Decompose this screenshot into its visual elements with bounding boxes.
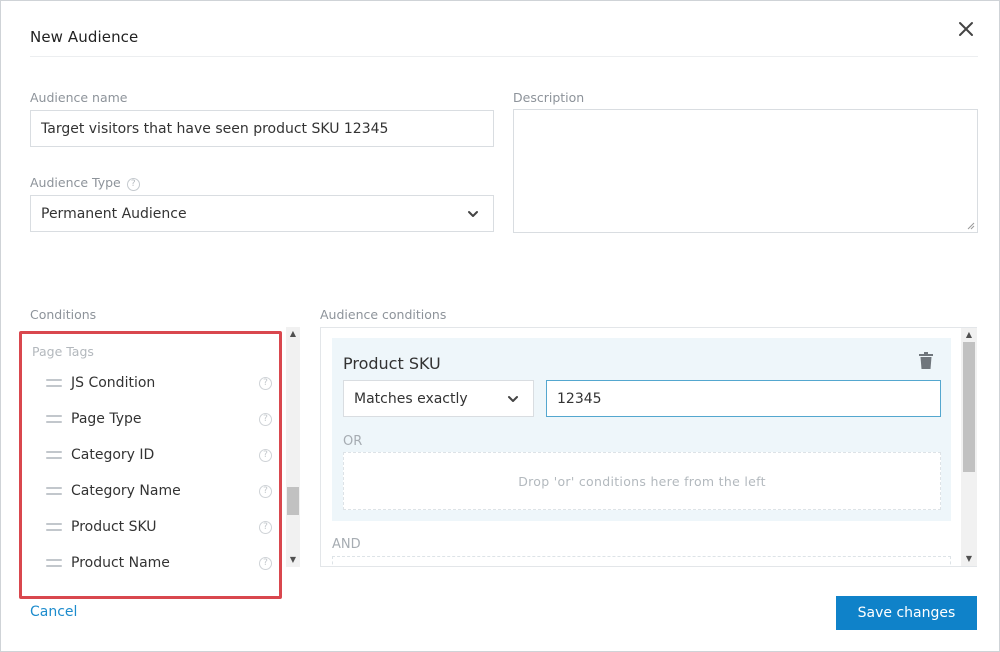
condition-item-label: Category Name [71,483,181,499]
cancel-link[interactable]: Cancel [30,604,77,620]
audience-type-label: Audience Type? [30,175,140,191]
condition-item-category-name[interactable]: Category Name ? [46,480,272,502]
conditions-label: Conditions [30,307,97,322]
operator-value: Matches exactly [354,390,468,407]
and-label: AND [332,537,361,552]
drag-handle-icon[interactable] [46,523,62,531]
conditions-scrollbar[interactable]: ▲ ▼ [286,327,300,567]
scroll-down-icon[interactable]: ▼ [961,552,977,566]
title-divider [30,56,978,57]
help-icon[interactable]: ? [259,556,272,570]
audience-conditions-scrollbar[interactable]: ▲ ▼ [961,328,977,566]
description-label: Description [513,90,585,105]
audience-type-value: Permanent Audience [41,205,187,222]
help-icon[interactable]: ? [259,376,272,390]
audience-scroll-thumb[interactable] [963,342,975,472]
drag-handle-icon[interactable] [46,379,62,387]
modal-title: New Audience [30,28,139,46]
operator-select[interactable]: Matches exactly [343,380,534,417]
new-audience-modal: New Audience Audience name Target visito… [0,0,1000,652]
scroll-up-icon[interactable]: ▲ [286,327,300,341]
drag-handle-icon[interactable] [46,451,62,459]
close-icon[interactable] [954,17,978,41]
condition-item-label: Product Name [71,555,170,571]
description-textarea[interactable] [513,109,978,233]
audience-name-value: Target visitors that have seen product S… [41,120,389,137]
rule-value: 12345 [557,390,602,407]
drag-handle-icon[interactable] [46,559,62,567]
help-icon[interactable]: ? [259,484,272,498]
condition-item-product-sku[interactable]: Product SKU ? [46,516,272,538]
drag-handle-icon[interactable] [46,487,62,495]
condition-item-label: Page Type [71,411,142,427]
condition-item-label: Category ID [71,447,155,463]
help-icon[interactable]: ? [259,412,272,426]
or-drop-zone[interactable]: Drop 'or' conditions here from the left [343,452,941,510]
resize-grip-icon[interactable] [967,222,975,230]
page-tags-heading: Page Tags [32,344,94,359]
audience-type-select[interactable]: Permanent Audience [30,195,494,232]
drag-handle-icon[interactable] [46,415,62,423]
help-icon[interactable]: ? [126,178,140,191]
condition-item-category-id[interactable]: Category ID ? [46,444,272,466]
chevron-down-icon [468,210,478,217]
or-drop-hint: Drop 'or' conditions here from the left [518,473,766,489]
condition-rule: Product SKU Matches exactly 12345 OR Dro… [332,338,951,521]
scroll-down-icon[interactable]: ▼ [286,553,300,567]
or-label: OR [343,434,363,449]
rule-title: Product SKU [343,354,441,373]
save-changes-button[interactable]: Save changes [836,596,977,630]
conditions-scroll-thumb[interactable] [287,487,299,515]
conditions-list: Page Tags JS Condition ? Page Type ? Cat… [19,331,282,599]
condition-item-js-condition[interactable]: JS Condition ? [46,372,272,394]
audience-name-label: Audience name [30,90,128,105]
condition-item-label: Product SKU [71,519,157,535]
help-icon[interactable]: ? [259,520,272,534]
help-icon[interactable]: ? [259,448,272,462]
audience-name-input[interactable]: Target visitors that have seen product S… [30,110,494,147]
and-drop-zone[interactable] [332,556,951,566]
audience-conditions-panel: Product SKU Matches exactly 12345 OR Dro… [320,327,977,567]
condition-item-product-name[interactable]: Product Name ? [46,552,272,574]
trash-icon[interactable] [919,352,933,369]
condition-item-label: JS Condition [71,375,156,391]
chevron-down-icon [508,395,518,402]
audience-conditions-label: Audience conditions [320,307,447,322]
scroll-up-icon[interactable]: ▲ [961,328,977,342]
rule-value-input[interactable]: 12345 [546,380,941,417]
condition-item-page-type[interactable]: Page Type ? [46,408,272,430]
